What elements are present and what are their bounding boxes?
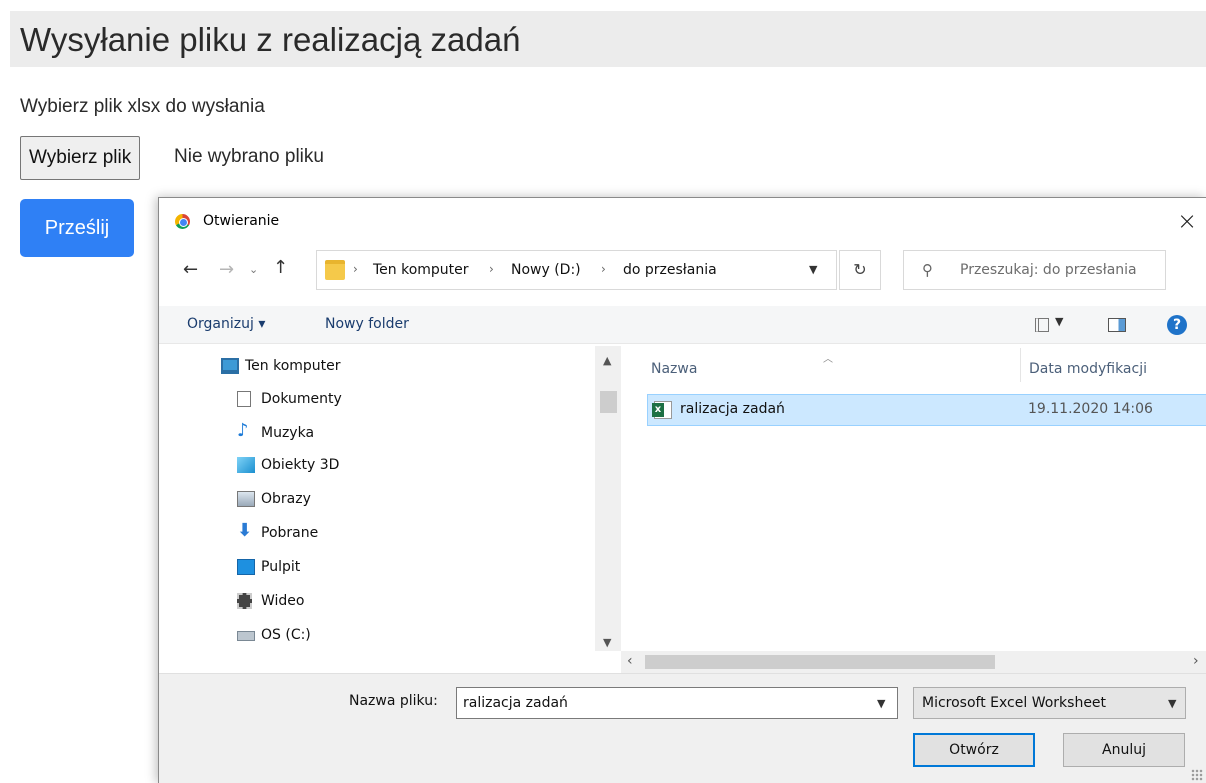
tree-item-muzyka[interactable]: ♪ Muzyka <box>221 418 611 450</box>
tree-vertical-scrollbar[interactable]: ▲ ▼ <box>595 346 621 651</box>
excel-file-icon <box>652 401 672 419</box>
breadcrumb-separator-icon: › <box>353 262 358 276</box>
tree-item-label: Pobrane <box>261 525 319 541</box>
help-icon[interactable]: ? <box>1167 315 1187 335</box>
page-header: Wysyłanie pliku z realizacją zadań <box>10 11 1206 67</box>
file-type-value: Microsoft Excel Worksheet <box>922 695 1107 711</box>
objects-3d-icon <box>237 457 255 473</box>
computer-icon <box>221 358 239 374</box>
back-arrow-icon[interactable]: ← <box>183 260 198 280</box>
file-status-text: Nie wybrano pliku <box>174 146 324 167</box>
column-header-modified[interactable]: Data modyfikacji <box>1029 361 1147 377</box>
pane-splitter[interactable] <box>621 346 627 651</box>
file-row[interactable]: ralizacja zadań 19.11.2020 14:06 <box>647 394 1206 426</box>
chevron-down-icon[interactable]: ▼ <box>1168 697 1176 710</box>
cancel-button[interactable]: Anuluj <box>1063 733 1185 767</box>
tree-item-label: Obiekty 3D <box>261 457 340 473</box>
file-name: ralizacja zadań <box>680 401 785 417</box>
view-options-icon[interactable] <box>1035 318 1049 332</box>
recent-locations-icon[interactable]: ⌄ <box>249 260 258 280</box>
breadcrumb-nowy-d[interactable]: Nowy (D:) <box>511 262 581 278</box>
chevron-down-icon[interactable]: ▼ <box>809 263 817 276</box>
search-icon: ⚲ <box>922 261 933 279</box>
chevron-down-icon[interactable]: ▼ <box>1055 315 1063 328</box>
documents-icon <box>237 391 251 407</box>
folder-icon <box>325 260 345 280</box>
tree-item-pobrane[interactable]: ⬇ Pobrane <box>221 518 611 550</box>
tree-item-obrazy[interactable]: Obrazy <box>221 484 611 516</box>
tree-item-label: Dokumenty <box>261 391 342 407</box>
search-box[interactable]: ⚲ Przeszukaj: do przesłania <box>903 250 1166 290</box>
close-button[interactable]: × <box>1169 206 1205 236</box>
page-title: Wysyłanie pliku z realizacją zadań <box>20 21 521 58</box>
tree-item-label: Muzyka <box>261 425 315 441</box>
tree-item-pulpit[interactable]: Pulpit <box>221 552 611 584</box>
tree-item-dokumenty[interactable]: Dokumenty <box>221 384 611 416</box>
chevron-down-icon[interactable]: ▼ <box>877 697 885 710</box>
breadcrumb-do-przeslania[interactable]: do przesłania <box>623 262 717 278</box>
tree-item-label: OS (C:) <box>261 627 311 643</box>
file-type-select[interactable]: Microsoft Excel Worksheet ▼ <box>913 687 1186 719</box>
tree-item-ten-komputer[interactable]: Ten komputer <box>205 351 595 383</box>
refresh-icon[interactable]: ↻ <box>839 250 881 290</box>
drive-icon <box>237 631 255 641</box>
dialog-toolbar: Organizuj ▾ Nowy folder ▼ ? <box>159 306 1206 344</box>
tree-item-obiekty-3d[interactable]: Obiekty 3D <box>221 450 611 482</box>
up-arrow-icon[interactable]: ↑ <box>273 258 288 278</box>
desktop-icon <box>237 559 255 575</box>
tree-item-wideo[interactable]: Wideo <box>221 586 611 618</box>
tree-item-os-c[interactable]: OS (C:) <box>221 620 611 646</box>
search-placeholder: Przeszukaj: do przesłania <box>960 262 1137 278</box>
breadcrumb-ten-komputer[interactable]: Ten komputer <box>373 262 469 278</box>
filename-label: Nazwa pliku: <box>349 693 438 709</box>
files-horizontal-scrollbar[interactable]: ‹ › <box>621 651 1206 673</box>
resize-grip-icon[interactable] <box>1191 769 1203 781</box>
tree-item-label: Pulpit <box>261 559 301 575</box>
new-folder-button[interactable]: Nowy folder <box>325 316 409 332</box>
preview-pane-icon[interactable] <box>1108 318 1126 332</box>
dialog-titlebar[interactable]: Otwieranie × <box>159 198 1206 244</box>
open-file-dialog: Otwieranie × ← → ⌄ ↑ › Ten komputer › No… <box>158 197 1206 783</box>
tree-item-label: Obrazy <box>261 491 311 507</box>
chrome-icon <box>175 214 190 229</box>
breadcrumb-separator-icon: › <box>489 262 494 276</box>
forward-arrow-icon[interactable]: → <box>219 260 234 280</box>
filename-value: ralizacja zadań <box>463 695 568 711</box>
downloads-icon: ⬇ <box>237 520 253 541</box>
column-divider[interactable] <box>1020 348 1021 382</box>
breadcrumb-separator-icon: › <box>601 262 606 276</box>
column-header-name[interactable]: Nazwa <box>651 361 697 377</box>
scroll-thumb[interactable] <box>600 391 617 413</box>
open-button[interactable]: Otwórz <box>913 733 1035 767</box>
choose-file-button[interactable]: Wybierz plik <box>20 136 141 180</box>
submit-button[interactable]: Prześlij <box>20 199 134 257</box>
tree-item-label: Ten komputer <box>245 358 341 374</box>
pictures-icon <box>237 491 255 507</box>
scroll-down-icon[interactable]: ▼ <box>603 636 611 649</box>
music-icon: ♪ <box>237 420 249 441</box>
scroll-thumb[interactable] <box>645 655 995 669</box>
dialog-bottom-panel: Nazwa pliku: ralizacja zadań ▼ Microsoft… <box>159 673 1206 783</box>
navigation-tree: Ten komputer Dokumenty ♪ Muzyka Obiekty … <box>159 346 621 646</box>
scroll-left-icon[interactable]: ‹ <box>627 653 633 669</box>
video-icon <box>237 593 252 609</box>
organize-menu[interactable]: Organizuj ▾ <box>187 316 265 332</box>
tree-item-label: Wideo <box>261 593 305 609</box>
filename-input[interactable]: ralizacja zadań ▼ <box>456 687 898 719</box>
sort-ascending-icon: ︿ <box>823 354 833 365</box>
dialog-title: Otwieranie <box>203 213 280 229</box>
scroll-up-icon[interactable]: ▲ <box>603 354 611 367</box>
upload-instruction: Wybierz plik xlsx do wysłania <box>20 96 265 117</box>
address-bar[interactable]: › Ten komputer › Nowy (D:) › do przesłan… <box>316 250 837 290</box>
scroll-right-icon[interactable]: › <box>1193 653 1199 669</box>
file-modified-date: 19.11.2020 14:06 <box>1028 401 1153 417</box>
